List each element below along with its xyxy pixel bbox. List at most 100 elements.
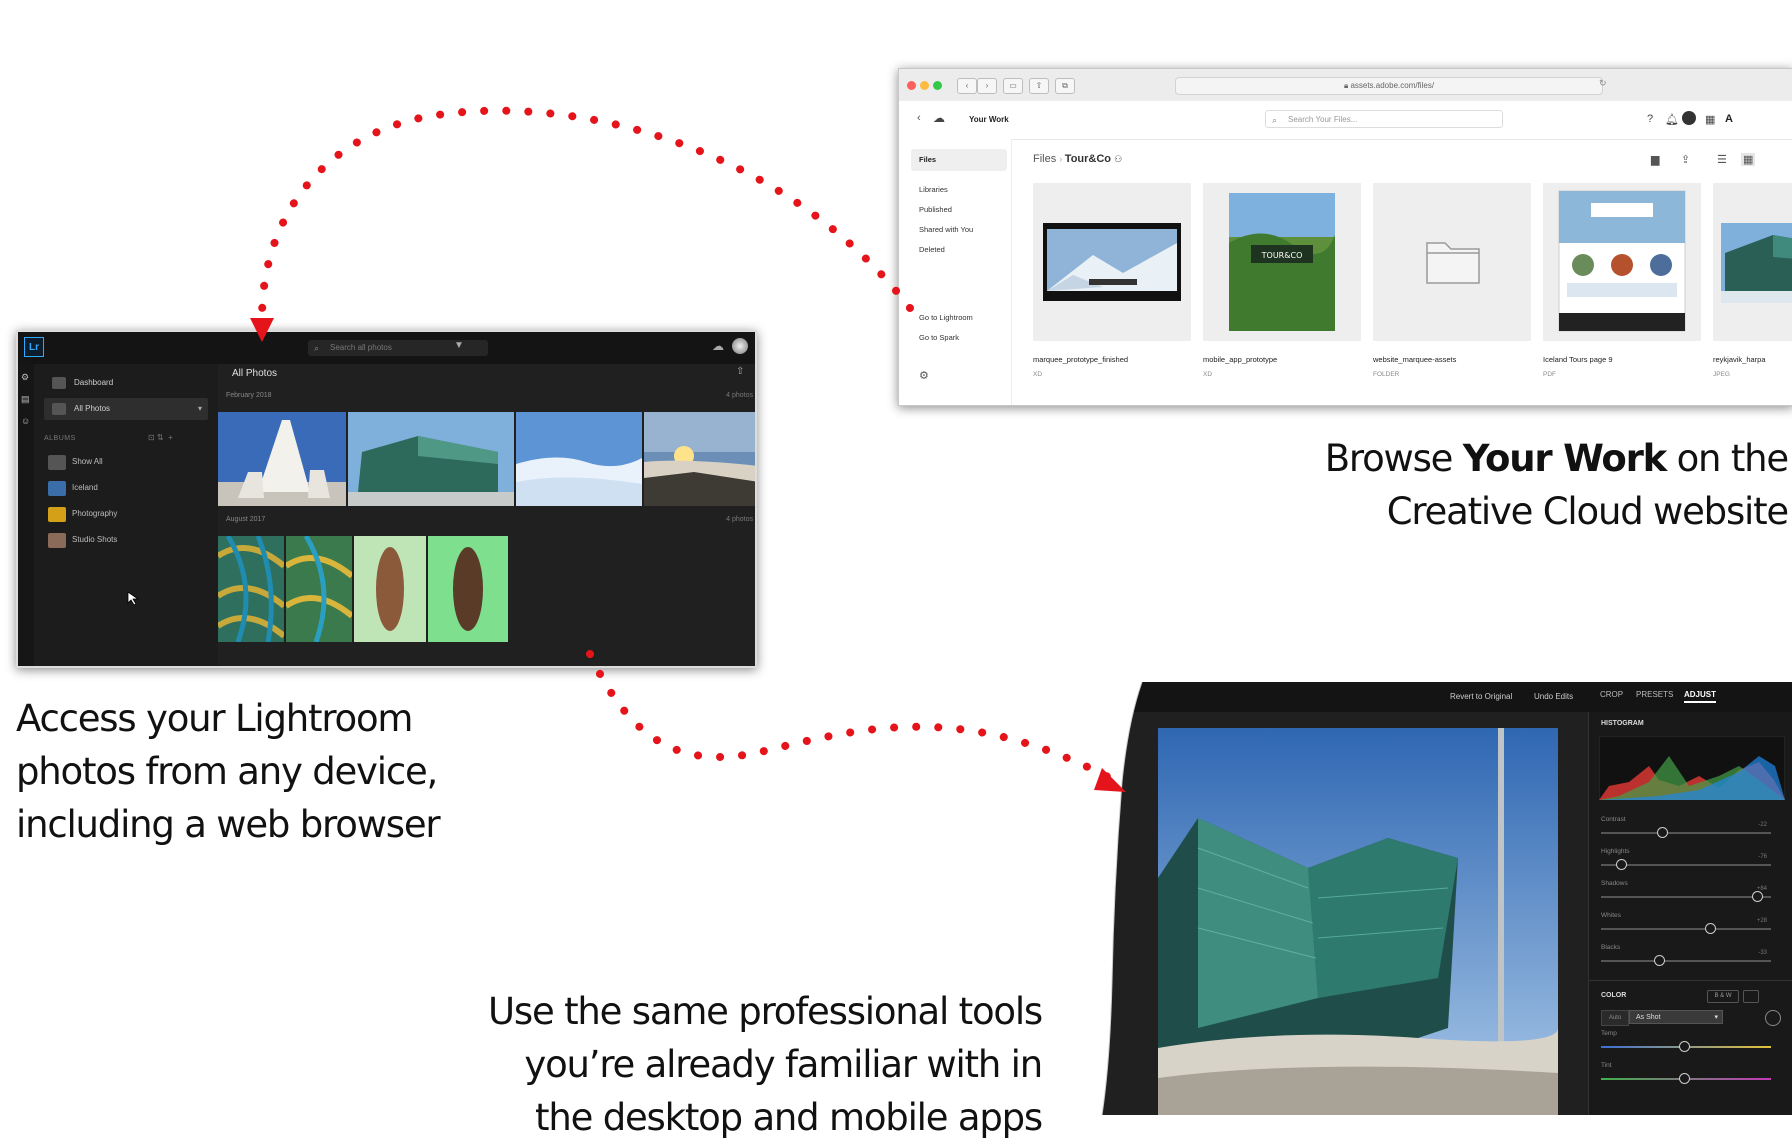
search-input[interactable]: ⌕ Search Your Files... — [1265, 110, 1503, 128]
album-studio-shots[interactable]: Studio Shots — [48, 530, 208, 550]
creative-cloud-icon[interactable]: ☁ — [933, 111, 945, 125]
album-label: Studio Shots — [72, 535, 118, 544]
avatar[interactable] — [732, 338, 748, 354]
lightroom-logo[interactable]: Lr — [24, 337, 44, 357]
close-window-button[interactable] — [907, 81, 916, 90]
caption-line: including a web browser — [16, 803, 441, 846]
slider-knob[interactable] — [1752, 891, 1764, 902]
sidebar-item-all-photos[interactable]: All Photos ▾ — [44, 398, 208, 420]
tint-slider[interactable] — [1601, 1073, 1771, 1084]
file-card-iceland[interactable] — [1543, 183, 1701, 341]
file-card-folder[interactable] — [1373, 183, 1531, 341]
slider-knob[interactable] — [1616, 859, 1628, 870]
slider-knob[interactable] — [1657, 827, 1669, 838]
back-nav-button[interactable]: ‹ — [957, 78, 977, 94]
bw-button[interactable]: B & W — [1707, 990, 1739, 1003]
marquee-thumbnail — [1043, 223, 1181, 301]
settings-gear-icon[interactable]: ⚙ — [919, 369, 929, 382]
info-icon[interactable]: ⚙ — [21, 372, 31, 382]
minimize-window-button[interactable] — [920, 81, 929, 90]
caption-line: Access your Lightroom — [16, 697, 413, 740]
sidebar-item-shared[interactable]: Shared with You — [919, 225, 973, 234]
apps-grid-icon[interactable]: ▦ — [1705, 113, 1715, 126]
revert-button[interactable]: Revert to Original — [1450, 692, 1512, 701]
sidebar-item-published[interactable]: Published — [919, 205, 952, 214]
file-card-harpa[interactable] — [1713, 183, 1792, 341]
slider-knob[interactable] — [1653, 955, 1665, 966]
help-icon[interactable]: ? — [1647, 113, 1653, 125]
avatar[interactable] — [1682, 111, 1696, 125]
maximize-window-button[interactable] — [933, 81, 942, 90]
album-show-all[interactable]: Show All — [48, 452, 208, 472]
white-balance-select[interactable]: As Shot ▾ — [1629, 1010, 1723, 1024]
photo-church[interactable] — [218, 412, 346, 506]
photo-sunset[interactable] — [644, 412, 755, 506]
sidebar-item-libraries[interactable]: Libraries — [919, 185, 948, 194]
filter-icon[interactable]: ▼ — [454, 340, 464, 351]
file-card-mobile[interactable]: TOUR&CO — [1203, 183, 1361, 341]
slider-value: -76 — [1758, 854, 1767, 860]
address-bar[interactable]: 🔒︎ assets.adobe.com/files/ — [1175, 77, 1603, 95]
tabs-icon[interactable]: ⧉ — [1055, 78, 1075, 94]
undo-edits-button[interactable]: Undo Edits — [1534, 692, 1573, 701]
upload-icon[interactable]: ⇪ — [1681, 153, 1690, 166]
tab-adjust[interactable]: ADJUST — [1684, 690, 1717, 703]
shadows-slider[interactable]: +84 — [1601, 886, 1771, 902]
album-photography[interactable]: Photography — [48, 504, 208, 524]
caption-line: Use the same professional tools — [488, 990, 1043, 1033]
sidebar-toggle-icon[interactable]: ▭ — [1003, 78, 1023, 94]
adobe-logo-icon[interactable]: A — [1725, 113, 1733, 125]
contrast-slider[interactable]: -22 — [1601, 822, 1771, 838]
library-icon[interactable]: ▤ — [21, 394, 31, 404]
album-tools[interactable]: ⊡ ⇅ + — [148, 433, 173, 442]
editor-topbar: Revert to Original Undo Edits CROP PRESE… — [1098, 682, 1792, 712]
list-view-icon[interactable]: ☰ — [1717, 153, 1727, 166]
color-swatch-icon[interactable] — [1743, 990, 1759, 1003]
sidebar-item-files[interactable]: Files — [911, 149, 1007, 171]
caption-text: Browse — [1324, 437, 1463, 480]
shared-folder-icon: ⚇ — [1114, 154, 1123, 164]
group-date: February 2018 — [226, 392, 272, 399]
go-to-spark-link[interactable]: Go to Spark — [919, 333, 959, 342]
slider-knob[interactable] — [1679, 1041, 1690, 1052]
slider-knob[interactable] — [1679, 1073, 1690, 1084]
breadcrumb-root[interactable]: Files — [1033, 153, 1056, 165]
photo-leaves-1[interactable] — [218, 536, 284, 642]
highlights-slider[interactable]: -76 — [1601, 854, 1771, 870]
notification-bell-icon[interactable]: 🔔︎ — [1665, 113, 1679, 126]
editor-photo[interactable] — [1158, 728, 1558, 1115]
reload-icon[interactable]: ↻ — [1599, 78, 1607, 89]
slider-label: Highlights — [1601, 848, 1630, 855]
share-icon[interactable]: ⇧ — [736, 366, 744, 377]
forward-nav-button[interactable]: › — [977, 78, 997, 94]
sidebar-item-dashboard[interactable]: Dashboard — [44, 372, 208, 394]
editor-window: Revert to Original Undo Edits CROP PRESE… — [1098, 682, 1792, 1115]
grid-view-icon[interactable]: ▦ — [1741, 153, 1756, 166]
tab-crop[interactable]: CROP — [1600, 690, 1623, 699]
people-icon[interactable]: ☺ — [21, 416, 31, 426]
go-to-lightroom-link[interactable]: Go to Lightroom — [919, 313, 973, 322]
cloud-sync-icon[interactable]: ☁ — [712, 339, 724, 353]
new-folder-icon[interactable]: ▆ — [1651, 153, 1659, 166]
tab-presets[interactable]: PRESETS — [1636, 690, 1673, 699]
share-icon[interactable]: ⇧ — [1029, 78, 1049, 94]
blacks-slider[interactable]: -33 — [1601, 950, 1771, 966]
photo-seeds-2[interactable] — [428, 536, 508, 642]
photo-harpa[interactable] — [348, 412, 514, 506]
eyedropper-icon[interactable] — [1765, 1010, 1781, 1026]
slider-knob[interactable] — [1704, 923, 1716, 934]
file-card-marquee[interactable] — [1033, 183, 1191, 341]
back-arrow-icon[interactable]: ‹ — [917, 112, 921, 124]
album-iceland[interactable]: Iceland — [48, 478, 208, 498]
divider — [1589, 980, 1792, 981]
sidebar-item-deleted[interactable]: Deleted — [919, 245, 945, 254]
slider-value: -22 — [1758, 822, 1767, 828]
wb-auto-button[interactable]: Auto — [1601, 1010, 1629, 1026]
histogram-chart — [1599, 736, 1785, 800]
photo-leaves-2[interactable] — [286, 536, 352, 642]
whites-slider[interactable]: +28 — [1601, 918, 1771, 934]
temp-slider[interactable] — [1601, 1041, 1771, 1052]
browser-toolbar: ‹ › ▭ ⇧ ⧉ 🔒︎ assets.adobe.com/files/ ↻ — [899, 69, 1792, 102]
photo-snow[interactable] — [516, 412, 642, 506]
photo-seeds-1[interactable] — [354, 536, 426, 642]
